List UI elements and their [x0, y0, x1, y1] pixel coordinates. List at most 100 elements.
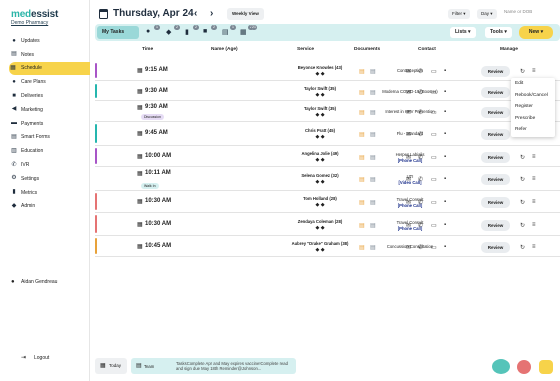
rebook-icon[interactable]: ↻: [520, 154, 525, 161]
prev-day-button[interactable]: ‹: [194, 8, 197, 19]
notes-icon[interactable]: ▤: [370, 199, 376, 206]
sidebar-item-schedule[interactable]: ▦ Schedule: [9, 61, 90, 76]
document-icon[interactable]: ▤: [359, 89, 365, 96]
notes-icon[interactable]: ▤: [370, 109, 376, 116]
notification-icon[interactable]: [517, 360, 531, 374]
patient-name[interactable]: Aubrey "Drake" Graham (38): [275, 241, 365, 246]
sidebar-item-deliveries[interactable]: ■ Deliveries: [10, 89, 90, 103]
sidebar-item-settings[interactable]: ⚙ Settings: [10, 172, 90, 186]
calendar-icon[interactable]: ▦: [240, 28, 247, 36]
notes-icon[interactable]: ▤: [370, 89, 376, 96]
review-button[interactable]: Review: [481, 242, 510, 253]
patient-name[interactable]: Angelina Jolie (49): [275, 151, 365, 156]
menu-icon[interactable]: ≡: [532, 244, 536, 250]
menu-item-register[interactable]: Register: [511, 101, 555, 113]
document-icon[interactable]: ▤: [359, 244, 365, 251]
video-icon[interactable]: ▭: [431, 244, 437, 251]
rebook-icon[interactable]: ↻: [520, 176, 525, 183]
document-icon[interactable]: ▤: [359, 109, 365, 116]
table-row[interactable]: ▦ 10:45 AM Aubrey "Drake" Graham (38) ◆ ◆ Co…: [95, 236, 560, 257]
table-row[interactable]: ▦ 10:30 AM Tom Holland (28) ◆ ◆ Travel Consu…: [95, 191, 560, 213]
menu-icon[interactable]: ≡: [532, 176, 536, 182]
box-icon[interactable]: ■: [203, 28, 207, 35]
email-icon[interactable]: ✉: [406, 109, 411, 116]
email-icon[interactable]: ✉: [406, 244, 411, 251]
app-logo[interactable]: medessist: [11, 9, 58, 20]
email-icon[interactable]: ✉: [406, 68, 411, 75]
phone-icon[interactable]: ✆: [418, 199, 423, 206]
menu-item-prescribe[interactable]: Prescribe: [511, 113, 555, 125]
patient-name[interactable]: Taylor Swift (35): [275, 86, 365, 91]
review-button[interactable]: Review: [481, 107, 510, 118]
sidebar-item-smart-forms[interactable]: ▤ Smart Forms: [10, 131, 90, 145]
document-icon[interactable]: ▤: [359, 176, 365, 183]
people-icon[interactable]: ●: [146, 28, 150, 35]
rebook-icon[interactable]: ↻: [520, 222, 525, 229]
new-button[interactable]: New ▾: [519, 26, 553, 39]
notes-icon[interactable]: ▤: [370, 68, 376, 75]
document-icon[interactable]: ▤: [359, 131, 365, 138]
pharmacy-link[interactable]: Demo Pharmacy: [11, 20, 48, 26]
patient-name[interactable]: Chris Pratt (45): [275, 128, 365, 133]
menu-icon[interactable]: ≡: [532, 154, 536, 160]
sidebar-item-care-plans[interactable]: ● Care Plans: [10, 75, 90, 89]
rebook-icon[interactable]: ↻: [520, 244, 525, 251]
rebook-icon[interactable]: ↻: [520, 199, 525, 206]
document-icon[interactable]: ▤: [222, 28, 229, 36]
patient-name[interactable]: Beyonce Knowles (43): [275, 65, 365, 70]
menu-icon[interactable]: ≡: [532, 199, 536, 205]
chat-icon[interactable]: ▪: [444, 109, 446, 115]
email-icon[interactable]: ✉: [406, 154, 411, 161]
phone-icon[interactable]: ✆: [418, 176, 423, 183]
phone-icon[interactable]: ✆: [418, 109, 423, 116]
phone-icon[interactable]: ✆: [418, 222, 423, 229]
sidebar-item-payments[interactable]: ▬ Payments: [10, 117, 90, 131]
team-message-bar[interactable]: ▤ Team TasksComplete Apr and May expires…: [131, 358, 296, 374]
sidebar-item-metrics[interactable]: ▮ Metrics: [10, 186, 90, 200]
menu-item-rebook-cancel[interactable]: Rebook/Cancel: [511, 90, 555, 102]
sidebar-item-admin[interactable]: ◆ Admin: [10, 200, 90, 214]
chat-icon[interactable]: [492, 359, 510, 374]
email-icon[interactable]: ✉: [406, 131, 411, 138]
sidebar-item-updates[interactable]: ● Updates: [10, 34, 90, 48]
logout-icon[interactable]: ⇥: [21, 354, 26, 361]
review-button[interactable]: Review: [481, 197, 510, 208]
video-icon[interactable]: ▭: [431, 131, 437, 138]
email-icon[interactable]: ✉: [406, 89, 411, 96]
document-icon[interactable]: ▤: [359, 222, 365, 229]
review-button[interactable]: Review: [481, 66, 510, 77]
patient-name[interactable]: Tom Holland (28): [275, 196, 365, 201]
sidebar-item-notes[interactable]: ▤ Notes: [10, 48, 90, 62]
notes-icon[interactable]: ▤: [370, 176, 376, 183]
document-icon[interactable]: ▤: [359, 68, 365, 75]
notes-icon[interactable]: ▤: [370, 131, 376, 138]
chat-icon[interactable]: ▪: [444, 68, 446, 74]
menu-icon[interactable]: ≡: [532, 68, 536, 74]
notes-icon[interactable]: ▤: [370, 222, 376, 229]
lists-dropdown[interactable]: Lists ▾: [450, 27, 476, 38]
video-icon[interactable]: ▭: [431, 68, 437, 75]
patient-name[interactable]: Zendaya Coleman (28): [275, 219, 365, 224]
phone-icon[interactable]: ✆: [418, 154, 423, 161]
search-input[interactable]: Name or DOB: [504, 9, 532, 14]
review-button[interactable]: Review: [481, 87, 510, 98]
menu-item-edit[interactable]: Edit: [511, 78, 555, 90]
menu-icon[interactable]: ≡: [532, 222, 536, 228]
table-row[interactable]: ▦ 10:11 AM Walk In Selena Gomez (32) ◆ ◆ UTI[…: [95, 167, 560, 191]
chat-icon[interactable]: ▪: [444, 89, 446, 95]
sidebar-item-ivr[interactable]: ✆ IVR: [10, 158, 90, 172]
video-icon[interactable]: ▭: [431, 199, 437, 206]
review-button[interactable]: Review: [481, 129, 510, 140]
phone-icon[interactable]: ✆: [418, 68, 423, 75]
phone-icon[interactable]: ✆: [418, 89, 423, 96]
user-name[interactable]: Aidan Gendreau: [21, 279, 57, 285]
chat-icon[interactable]: ▪: [444, 199, 446, 205]
menu-item-refer[interactable]: Refer: [511, 124, 555, 136]
document-icon[interactable]: ▤: [359, 199, 365, 206]
tools-dropdown[interactable]: Tools ▾: [485, 27, 512, 38]
today-button[interactable]: ▦ Today: [95, 358, 127, 374]
weekly-view-button[interactable]: Weekly View: [227, 8, 264, 20]
pills-icon[interactable]: ◆: [166, 28, 171, 36]
table-row[interactable]: ▦ 10:00 AM Angelina Jolie (49) ◆ ◆ Herpes La…: [95, 146, 560, 167]
phone-icon[interactable]: ▮: [185, 28, 189, 36]
